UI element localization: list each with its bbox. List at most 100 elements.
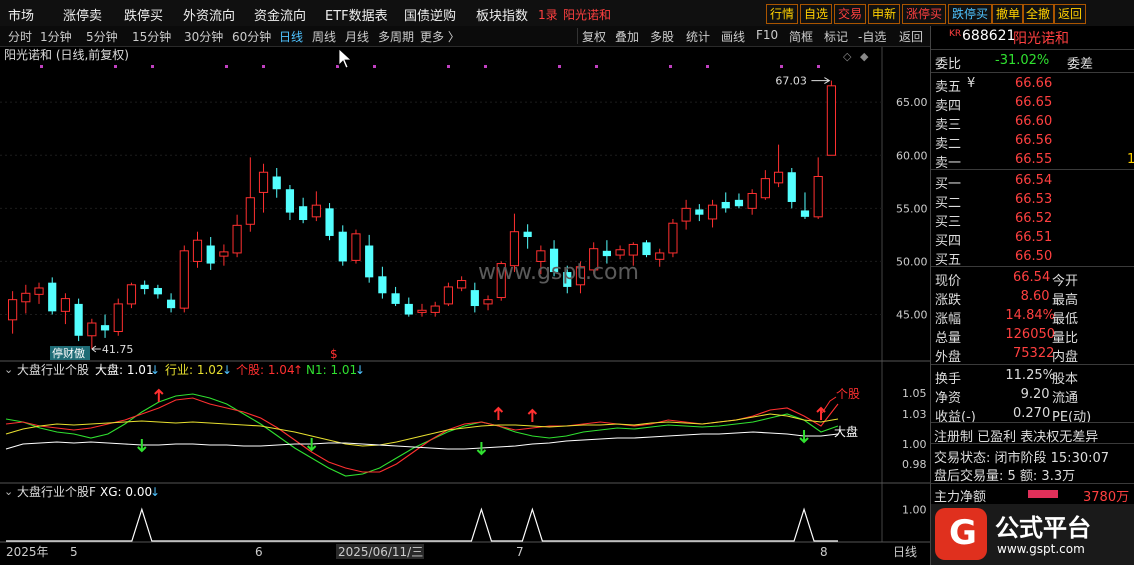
menu-limit-down-buy[interactable]: 跌停买: [124, 5, 163, 24]
period-30min[interactable]: 30分钟: [184, 28, 223, 45]
candle[interactable]: [615, 245, 625, 260]
diamond-icon[interactable]: ◇: [843, 50, 852, 63]
tool-overlay[interactable]: 叠加: [615, 28, 639, 45]
candle[interactable]: [787, 167, 796, 209]
candle[interactable]: [245, 157, 255, 232]
tool-simple-frame[interactable]: 简框: [789, 28, 813, 45]
period-1min[interactable]: 1分钟: [40, 28, 72, 45]
candle[interactable]: [378, 266, 387, 299]
sell-row[interactable]: 卖二 66.56: [931, 132, 1134, 152]
candle[interactable]: [681, 199, 691, 230]
stat-row[interactable]: 现价 66.54 今开: [931, 269, 1134, 289]
menu-etf-table[interactable]: ETF数据表: [325, 5, 388, 24]
stat-row[interactable]: 涨幅 14.84% 最低: [931, 307, 1134, 327]
candle[interactable]: [311, 191, 321, 222]
series-line-N1[interactable]: [5, 393, 839, 477]
candle[interactable]: [695, 204, 704, 222]
candle[interactable]: [443, 282, 454, 307]
candle[interactable]: [299, 197, 308, 224]
candle[interactable]: [457, 276, 467, 292]
candle[interactable]: [325, 203, 334, 241]
candle[interactable]: [153, 284, 162, 299]
candle[interactable]: [483, 295, 493, 311]
period-15min[interactable]: 15分钟: [132, 28, 171, 45]
buy-row[interactable]: 买五 66.50: [931, 248, 1134, 268]
period-monthly[interactable]: 月线: [345, 28, 369, 45]
sell-row[interactable]: 卖四 66.65: [931, 94, 1134, 114]
stat-row[interactable]: 总量 126050 量比: [931, 326, 1134, 346]
period-daily[interactable]: 日线: [279, 28, 303, 45]
candle[interactable]: [365, 234, 374, 283]
candles[interactable]: [8, 80, 836, 350]
candle[interactable]: [219, 244, 229, 266]
x-axis-period-label[interactable]: 日线: [893, 545, 917, 559]
candle[interactable]: [232, 214, 242, 258]
quote-button[interactable]: 行情: [766, 4, 799, 24]
candle[interactable]: [800, 192, 810, 219]
candle[interactable]: [721, 192, 730, 213]
tool-stats[interactable]: 统计: [686, 28, 710, 45]
candle[interactable]: [734, 193, 744, 209]
candle[interactable]: [74, 298, 83, 342]
candle[interactable]: [523, 224, 532, 249]
series-line-个股[interactable]: [5, 397, 839, 473]
candle[interactable]: [140, 280, 149, 295]
candle[interactable]: [48, 277, 57, 315]
tool-mark[interactable]: 标记: [824, 28, 848, 45]
candle[interactable]: [100, 314, 110, 338]
stat-row[interactable]: 换手 11.25% 股本: [931, 367, 1134, 387]
xg-signal-line[interactable]: [6, 507, 838, 542]
limit-down-buy-button[interactable]: 跌停买: [948, 4, 993, 24]
collapse-icon[interactable]: ⌄: [4, 485, 13, 498]
candle[interactable]: [404, 297, 413, 317]
candle[interactable]: [126, 282, 137, 309]
candle[interactable]: [34, 282, 44, 304]
tool-f10[interactable]: F10: [756, 28, 778, 42]
tool-return[interactable]: 返回: [899, 28, 923, 45]
candle[interactable]: [338, 225, 347, 266]
tool-draw-line[interactable]: 画线: [721, 28, 745, 45]
menu-repo[interactable]: 国债逆购: [404, 5, 456, 24]
candle[interactable]: [60, 293, 71, 325]
menu-capital-flow[interactable]: 资金流向: [254, 5, 306, 24]
tool-adjust[interactable]: 复权: [582, 28, 606, 45]
candle[interactable]: [8, 291, 18, 334]
candle[interactable]: [707, 199, 718, 228]
tool-remove-watch[interactable]: -自选: [858, 28, 886, 45]
period-more[interactable]: 更多 〉: [420, 28, 460, 45]
period-5min[interactable]: 5分钟: [86, 28, 118, 45]
sell-row[interactable]: 卖一66.5516: [931, 151, 1134, 171]
xg-signal-line[interactable]: [6, 507, 838, 542]
candle[interactable]: [826, 80, 836, 156]
tool-multi-stock[interactable]: 多股: [650, 28, 674, 45]
candle[interactable]: [272, 167, 281, 198]
menu-limit-up-sell[interactable]: 涨停卖: [63, 5, 102, 24]
candle[interactable]: [351, 229, 361, 264]
diamond-solid-icon[interactable]: ◆: [860, 50, 869, 63]
stat-row[interactable]: 外盘 75322 内盘: [931, 345, 1134, 365]
candle[interactable]: [813, 157, 823, 219]
return-top-button[interactable]: 返回: [1054, 4, 1087, 24]
candle[interactable]: [430, 301, 440, 317]
candle[interactable]: [87, 318, 97, 350]
watchlist-button[interactable]: 自选: [800, 4, 833, 24]
cancel-all-button[interactable]: 全撤: [1022, 4, 1055, 24]
candle[interactable]: [206, 237, 215, 270]
ipo-button[interactable]: 申新: [868, 4, 901, 24]
menu-sector-index[interactable]: 板块指数: [476, 5, 528, 24]
candle[interactable]: [391, 286, 400, 307]
buy-row[interactable]: 买二 66.53: [931, 191, 1134, 211]
sell-row[interactable]: 卖五 66.66 ¥: [931, 75, 1134, 95]
sell-row[interactable]: 卖三 66.60: [931, 113, 1134, 133]
candle[interactable]: [21, 284, 31, 314]
buy-row[interactable]: 买一 66.54: [931, 172, 1134, 192]
menu-foreign-flow[interactable]: 外资流向: [183, 5, 235, 24]
cancel-order-button[interactable]: 撤单: [992, 4, 1025, 24]
series-line-行业[interactable]: [5, 413, 839, 447]
collapse-icon[interactable]: ⌄: [4, 363, 13, 376]
stat-row[interactable]: 净资 9.20 流通: [931, 386, 1134, 406]
candle[interactable]: [113, 298, 123, 336]
candle[interactable]: [417, 303, 427, 317]
period-multi[interactable]: 多周期: [378, 28, 414, 45]
candle[interactable]: [470, 282, 479, 313]
